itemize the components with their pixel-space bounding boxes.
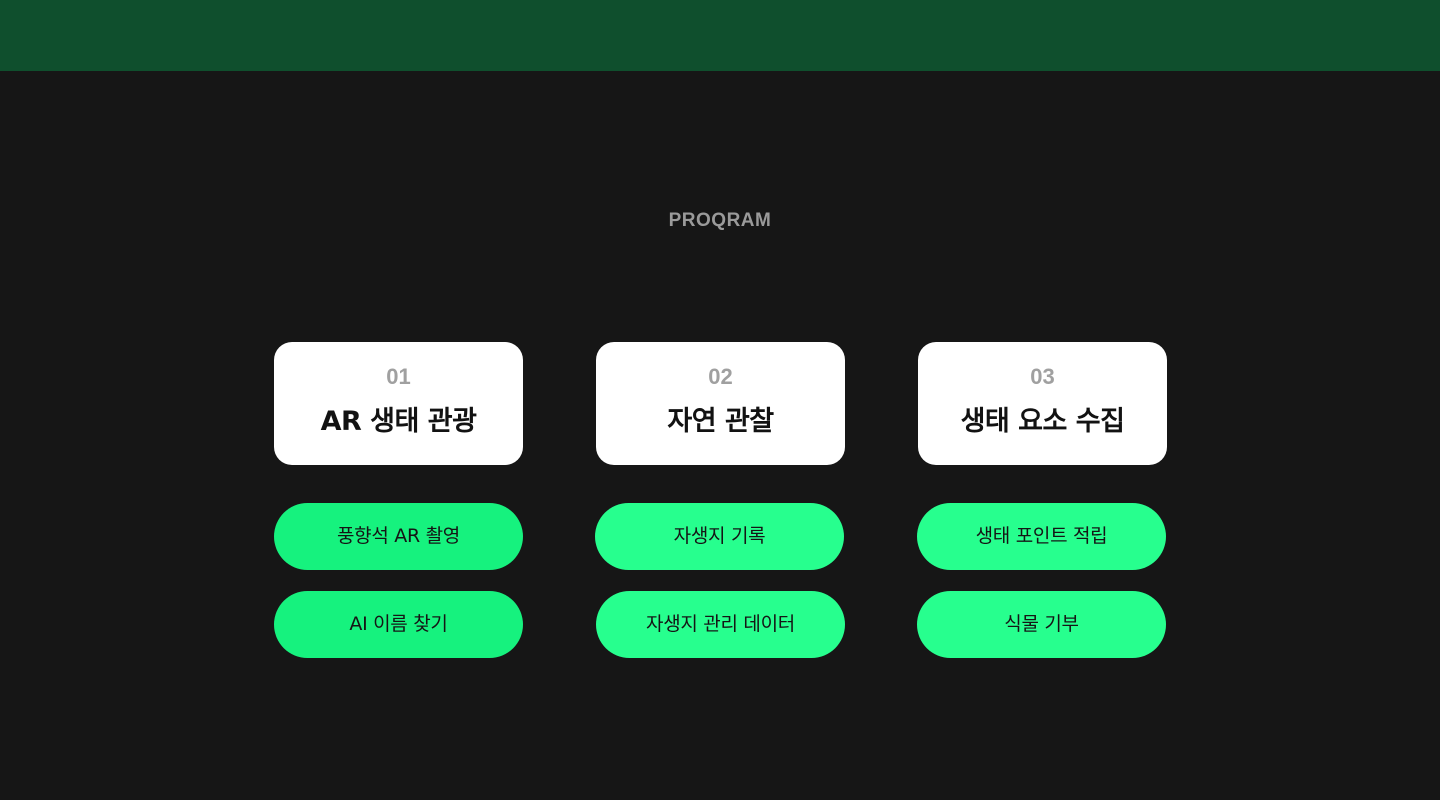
program-item-button[interactable]: 자생지 관리 데이터 [596,591,845,658]
program-column-1: 01 AR 생태 관광 풍향석 AR 촬영 AI 이름 찾기 [274,342,524,658]
program-column-2: 02 자연 관찰 자생지 기록 자생지 관리 데이터 [595,342,846,658]
program-card: 03 생태 요소 수집 [918,342,1167,465]
program-item-button[interactable]: 풍향석 AR 촬영 [274,503,523,570]
program-item-button[interactable]: 식물 기부 [917,591,1166,658]
program-title: 생태 요소 수집 [960,406,1125,437]
program-number: 02 [708,364,733,389]
program-item-button[interactable]: 자생지 기록 [595,503,844,570]
program-column-3: 03 생태 요소 수집 생태 포인트 적립 식물 기부 [917,342,1168,658]
program-card: 02 자연 관찰 [596,342,845,465]
program-number: 01 [386,364,411,389]
program-item-button[interactable]: 생태 포인트 적립 [917,503,1166,570]
program-item-button[interactable]: AI 이름 찾기 [274,591,523,658]
section-label: PROQRAM [668,210,772,231]
program-title: 자연 관찰 [667,406,774,437]
program-title: AR 생태 관광 [320,406,477,437]
program-number: 03 [1030,364,1055,389]
program-card: 01 AR 생태 관광 [274,342,523,465]
top-band [0,0,1440,71]
